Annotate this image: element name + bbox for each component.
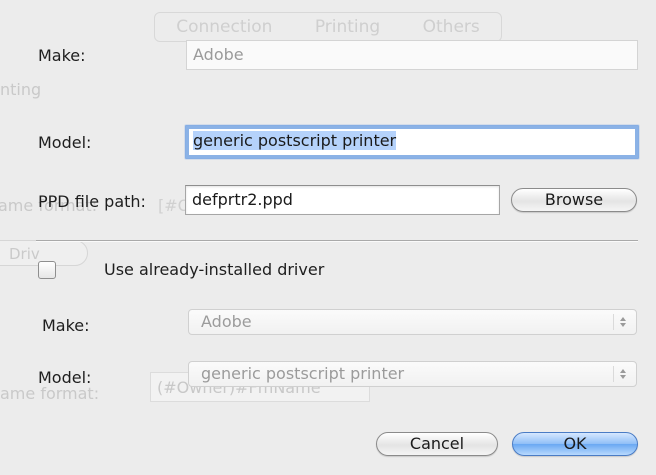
background-tab-others: Others [422, 17, 480, 37]
chevron-up-down-icon [613, 314, 630, 330]
ppd-path-field[interactable]: defprtr2.ppd [185, 185, 500, 215]
driver-make-value: Adobe [201, 312, 252, 331]
browse-button[interactable]: Browse [511, 188, 637, 212]
driver-make-select[interactable]: Adobe [188, 309, 637, 335]
background-section-label: nting [0, 80, 42, 99]
make-field[interactable]: Adobe [186, 40, 638, 70]
chevron-up-down-icon [613, 366, 630, 382]
driver-make-label: Make: [42, 316, 90, 335]
use-installed-driver-label: Use already-installed driver [104, 260, 325, 279]
background-tab-connection: Connection [176, 17, 273, 37]
section-divider [36, 240, 638, 241]
model-field[interactable]: generic postscript printer [186, 126, 638, 158]
use-installed-driver-checkbox[interactable] [38, 261, 56, 279]
background-tabs: Connection Printing Others [154, 12, 502, 42]
ok-button[interactable]: OK [512, 432, 638, 456]
model-label: Model: [38, 133, 92, 152]
driver-model-label: Model: [38, 368, 92, 387]
background-tab-printing: Printing [314, 17, 381, 37]
driver-model-select[interactable]: generic postscript printer [188, 361, 637, 387]
ppd-path-label: PPD file path: [38, 192, 146, 211]
model-field-selection: generic postscript printer [193, 131, 397, 150]
driver-model-value: generic postscript printer [201, 364, 405, 383]
make-label: Make: [38, 46, 86, 65]
cancel-button[interactable]: Cancel [376, 432, 498, 456]
